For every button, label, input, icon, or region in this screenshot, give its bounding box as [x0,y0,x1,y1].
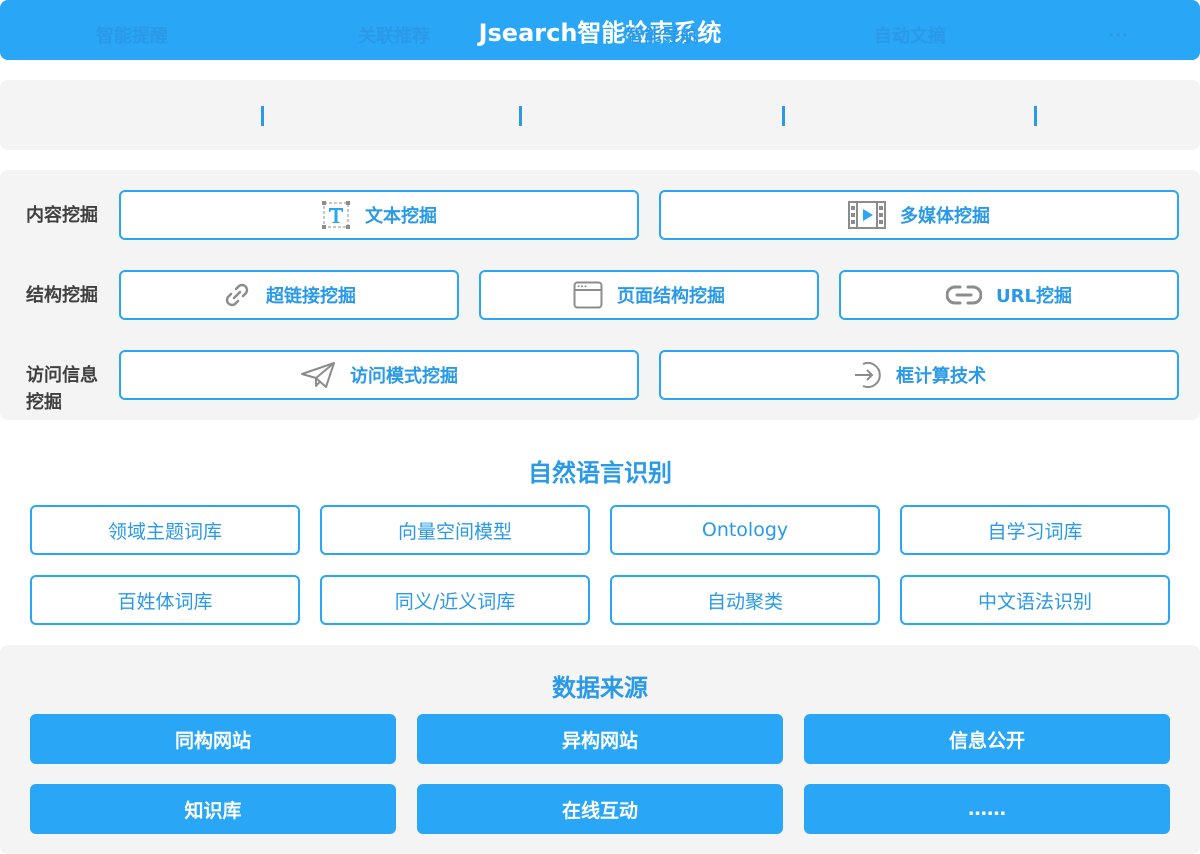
url-mining-box[interactable]: URL挖掘 [839,270,1179,320]
hyperlink-mining-label: 超链接挖掘 [266,286,356,307]
source-public-information[interactable]: 信息公开 [804,714,1170,764]
source-knowledge-base[interactable]: 知识库 [30,784,396,834]
data-source-title: 数据来源 [552,674,648,702]
structure-mining-label: 结构挖掘 [26,285,98,306]
feature-separator [519,106,522,126]
browser-window-icon [573,281,603,309]
multimedia-mining-label: 多媒体挖掘 [900,206,990,227]
film-strip-icon [848,201,886,229]
feature-smart-navigation[interactable]: 智能导航 [592,0,732,70]
feature-separator [261,106,264,126]
source-homogeneous-sites[interactable]: 同构网站 [30,714,396,764]
arrow-in-circle-icon [852,360,882,390]
page-structure-mining-label: 页面结构挖掘 [617,286,725,307]
text-mining-box[interactable]: 文本挖掘 [119,190,639,240]
access-pattern-mining-box[interactable]: 访问模式挖掘 [119,350,639,400]
feature-separator [782,106,785,126]
nlp-section-title: 自然语言识别 [528,459,672,487]
nlp-chinese-grammar[interactable]: 中文语法识别 [900,575,1170,625]
hyperlink-mining-box[interactable]: 超链接挖掘 [119,270,459,320]
nlp-ontology[interactable]: Ontology [610,505,880,555]
frame-computing-box[interactable]: 框计算技术 [659,350,1179,400]
link-chain-icon [222,280,252,310]
source-more[interactable]: …… [804,784,1170,834]
nlp-domain-thesaurus[interactable]: 领域主题词库 [30,505,300,555]
content-mining-label: 内容挖掘 [26,205,98,226]
source-online-interaction[interactable]: 在线互动 [417,784,783,834]
access-pattern-mining-label: 访问模式挖掘 [350,366,458,387]
feature-auto-summary[interactable]: 自动文摘 [840,0,980,70]
feature-separator [1034,106,1037,126]
frame-computing-label: 框计算技术 [896,366,986,387]
access-mining-label: 访问信息 挖掘 [26,362,116,416]
feature-related-recommendation[interactable]: 关联推荐 [324,0,464,70]
link-icon [946,284,983,306]
url-mining-label: URL挖掘 [996,286,1072,307]
nlp-synonym-thesaurus[interactable]: 同义/近义词库 [320,575,590,625]
features-panel [0,80,1200,150]
nlp-colloquial-thesaurus[interactable]: 百姓体词库 [30,575,300,625]
nlp-self-learning-thesaurus[interactable]: 自学习词库 [900,505,1170,555]
nlp-auto-clustering[interactable]: 自动聚类 [610,575,880,625]
paper-plane-icon [300,361,336,389]
nlp-vector-space-model[interactable]: 向量空间模型 [320,505,590,555]
text-mining-label: 文本挖掘 [365,206,437,227]
feature-smart-reminder[interactable]: 智能提醒 [62,0,202,70]
source-heterogeneous-sites[interactable]: 异构网站 [417,714,783,764]
access-mining-label-line2: 挖掘 [26,392,62,413]
page-structure-mining-box[interactable]: 页面结构挖掘 [479,270,819,320]
text-t-icon [321,200,351,230]
feature-more[interactable]: ··· [1078,0,1158,70]
multimedia-mining-box[interactable]: 多媒体挖掘 [659,190,1179,240]
access-mining-label-line1: 访问信息 [26,365,98,386]
